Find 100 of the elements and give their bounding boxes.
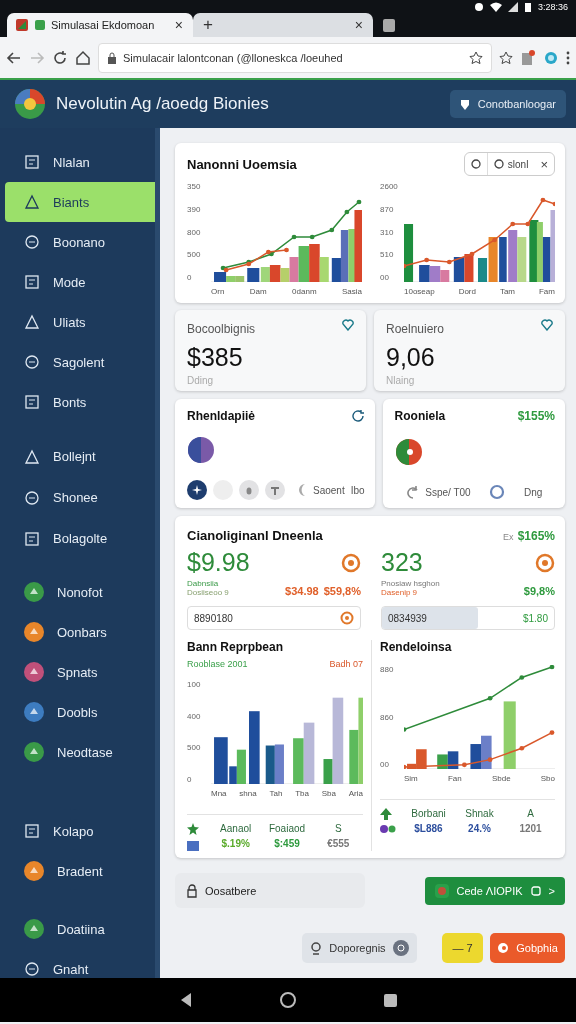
profile-icon[interactable] — [543, 49, 559, 66]
sidebar-item[interactable]: Uliats — [5, 302, 155, 342]
outline-icon — [24, 823, 40, 839]
address-field[interactable]: Simulacair lalontconan (@lloneskca /loeuhed — [98, 42, 492, 73]
stat-value: $.19% — [220, 838, 251, 849]
sidebar-item[interactable]: Spnats — [5, 652, 155, 692]
browser-tab[interactable]: + × — [193, 13, 373, 37]
lock-icon — [187, 883, 197, 898]
data-point — [549, 730, 555, 735]
dot-icon — [246, 486, 252, 495]
bar — [503, 701, 516, 769]
extension-icon[interactable] — [520, 49, 536, 66]
data-point — [404, 727, 407, 732]
heart-icon — [342, 319, 354, 331]
axis-label: Sba — [321, 789, 336, 798]
stat-value: 1201 — [518, 823, 543, 834]
coin-icon — [341, 552, 361, 573]
data-point — [540, 197, 546, 203]
data-point — [404, 764, 407, 769]
data-point — [525, 221, 531, 227]
shield-icon — [459, 98, 470, 110]
pin-button[interactable] — [265, 480, 285, 500]
filter-control[interactable]: slonl × — [463, 152, 555, 176]
bar — [274, 744, 284, 784]
data-point — [510, 221, 516, 227]
action-button[interactable]: Cede ΛΙΟΡΙΚ > — [424, 876, 565, 905]
new-tab-button[interactable]: + — [201, 15, 215, 35]
axis-label: Tba — [295, 789, 309, 798]
action-button[interactable]: — 7 — [442, 933, 483, 963]
axis-label: Orn — [211, 287, 225, 296]
overview-icon[interactable] — [382, 992, 398, 1008]
sidebar-item[interactable]: Bradent — [5, 851, 155, 891]
axis-label: 00 — [380, 760, 390, 769]
bar — [508, 230, 518, 282]
star-button[interactable] — [187, 480, 207, 500]
input-field[interactable]: 8890180 — [187, 606, 361, 630]
bookmark-star-icon[interactable] — [469, 50, 483, 65]
bar — [419, 265, 430, 282]
axis-label: 500 — [187, 743, 202, 753]
sidebar-item[interactable]: Gnaht — [5, 949, 155, 989]
menu-icon[interactable] — [566, 49, 570, 66]
percent-label: $155% — [517, 409, 555, 423]
tab-title: Simulasai Ekdomoan — [51, 19, 156, 31]
star-icon[interactable] — [499, 50, 513, 65]
briefcase-icon — [187, 839, 199, 851]
sidebar-item[interactable]: Boonano — [5, 222, 155, 262]
close-button[interactable]: × — [534, 156, 554, 172]
swirl-icon — [407, 485, 420, 499]
bar — [404, 224, 414, 282]
dot-button[interactable] — [239, 480, 259, 500]
stat-label: A — [526, 808, 535, 819]
outline-icon — [24, 354, 40, 370]
stat-value: 9,06 — [386, 343, 436, 372]
sidebar-item[interactable]: Bollejnt — [5, 436, 155, 477]
bar — [303, 722, 315, 784]
data-point — [284, 247, 289, 253]
badge-prefix: Ex — [503, 532, 514, 542]
sidebar-item[interactable]: Kolapo — [5, 811, 155, 851]
metric-value: $9.98 — [187, 548, 250, 577]
header-button[interactable]: Conotbanloogar — [449, 90, 566, 118]
stat-value: $:459 — [273, 838, 301, 849]
sidebar-item[interactable]: Shonee — [5, 477, 155, 518]
sidebar-item[interactable]: Biants — [5, 182, 155, 222]
tab-overview-icon[interactable] — [381, 17, 397, 33]
stat-value: $L886 — [413, 823, 444, 834]
sidebar-item[interactable]: Bonts — [5, 382, 155, 422]
stat-label: Shnak — [464, 808, 495, 819]
input-field[interactable]: 0834939 $1.80 — [381, 606, 555, 630]
star-icon — [192, 484, 202, 495]
tab-close-button[interactable]: × — [352, 17, 365, 33]
home-icon[interactable] — [279, 992, 296, 1008]
lock-icon — [107, 51, 117, 64]
home-icon[interactable] — [75, 49, 91, 66]
sidebar-item[interactable]: Sagolent — [5, 342, 155, 382]
browser-tab[interactable]: Simulasai Ekdomoan × — [7, 13, 193, 37]
axis-label: 500 — [187, 250, 202, 260]
action-button[interactable]: Gobphia — [490, 933, 565, 963]
axis-label: Sbde — [491, 774, 511, 783]
back-icon[interactable] — [6, 49, 22, 66]
sidebar-item[interactable]: Doobls — [5, 692, 155, 732]
data-point — [344, 209, 350, 215]
data-point — [519, 675, 525, 680]
sidebar-item[interactable]: Mode — [5, 262, 155, 302]
tab-close-button[interactable]: × — [172, 17, 185, 33]
sidebar-item[interactable]: Oonbars — [5, 612, 155, 652]
sidebar-item[interactable]: Nonofot — [5, 572, 155, 612]
stat-caption: Dding — [187, 375, 215, 386]
axis-label: Sbo — [540, 774, 555, 783]
axis-label: Sasia — [341, 287, 362, 296]
sidebar-item[interactable]: Neodtase — [5, 732, 155, 772]
sidebar-item[interactable]: Nlalan — [5, 142, 155, 182]
action-button[interactable]: Doporegnis — [302, 933, 417, 963]
reload-icon[interactable] — [52, 49, 68, 66]
change-value: $34.98 — [285, 585, 319, 597]
refresh-icon — [340, 611, 354, 625]
sidebar-item[interactable]: Doatiina — [5, 909, 155, 949]
sidebar-item[interactable]: Bolagolte — [5, 518, 155, 559]
axis-label: Mna — [211, 789, 227, 798]
control-label: Sspe/ T00 — [425, 486, 471, 498]
outline-icon — [24, 314, 40, 330]
